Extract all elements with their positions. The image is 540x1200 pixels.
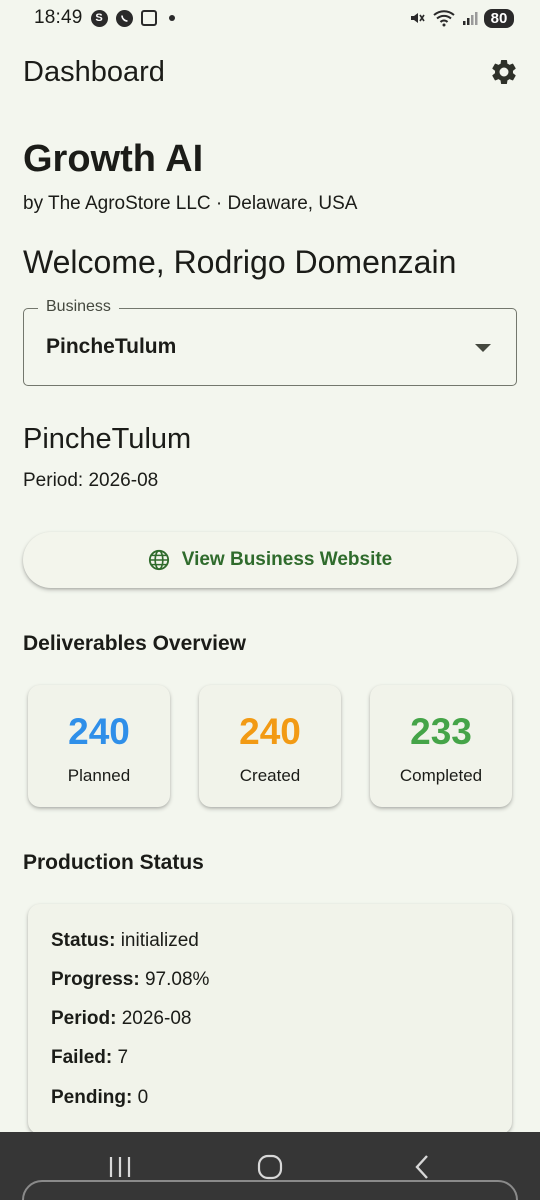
progress-row-key: Progress:	[51, 969, 140, 990]
wifi-icon	[433, 10, 455, 27]
mute-icon	[411, 13, 425, 23]
stat-card-completed: 233 Completed	[370, 685, 512, 807]
stat-card-planned: 240 Planned	[28, 685, 170, 807]
view-website-button[interactable]: View Business Website	[23, 532, 517, 588]
business-name: PincheTulum	[23, 423, 192, 455]
period-row: Period: 2026-08	[51, 1008, 191, 1030]
welcome-text: Welcome, Rodrigo Domenzain	[23, 244, 457, 280]
business-select-value: PincheTulum	[46, 335, 177, 358]
period-row-value: 2026-08	[121, 1008, 192, 1029]
status-bar: 18:49 S 80	[0, 0, 540, 36]
gear-icon[interactable]	[486, 54, 522, 90]
battery-indicator: 80	[484, 8, 514, 28]
back-icon[interactable]	[402, 1154, 442, 1180]
progress-row: Progress: 97.08%	[51, 969, 209, 991]
status-row: Status: initialized	[51, 930, 199, 952]
production-heading: Production Status	[23, 851, 204, 874]
view-website-label: View Business Website	[181, 549, 393, 570]
home-icon[interactable]	[250, 1154, 290, 1180]
stat-value: 240	[239, 711, 301, 752]
org-subtitle: by The AgroStore LLC · Delaware, USA	[23, 193, 358, 214]
stat-label: Created	[239, 766, 301, 785]
pending-row-key: Pending:	[51, 1087, 133, 1108]
failed-row-key: Failed:	[51, 1047, 113, 1068]
app-bar-title: Dashboard	[23, 55, 165, 88]
recents-icon[interactable]	[100, 1154, 140, 1180]
status-time: 18:49	[34, 7, 83, 28]
app-bar: Dashboard	[23, 50, 522, 94]
dot-icon	[168, 15, 175, 21]
status-row-value: initialized	[120, 930, 199, 951]
deliverables-heading: Deliverables Overview	[23, 632, 246, 655]
failed-row-value: 7	[117, 1047, 129, 1068]
status-bar-right: 80	[408, 8, 514, 28]
pending-row-value: 0	[137, 1087, 149, 1108]
status-bar-left: 18:49 S	[34, 7, 175, 29]
screenshot-icon	[140, 10, 157, 26]
business-select[interactable]: Business PincheTulum	[23, 298, 517, 386]
org-title: Growth AI	[23, 138, 204, 180]
stat-value: 233	[410, 711, 472, 752]
business-period: Period: 2026-08	[23, 470, 159, 491]
globe-icon	[148, 549, 169, 571]
gesture-pill	[22, 1180, 518, 1200]
stat-card-created: 240 Created	[199, 685, 341, 807]
stat-value: 240	[68, 711, 130, 752]
chevron-down-icon	[475, 344, 491, 352]
failed-row: Failed: 7	[51, 1047, 128, 1069]
period-row-key: Period:	[51, 1008, 117, 1029]
signal-icon	[463, 12, 478, 25]
production-status-card: Status: initialized Progress: 97.08% Per…	[28, 904, 512, 1134]
progress-row-value: 97.08%	[144, 969, 210, 990]
status-row-key: Status:	[51, 930, 116, 951]
business-select-label: Business	[38, 298, 119, 316]
stat-label: Completed	[399, 766, 483, 785]
skype-icon: S	[90, 9, 108, 27]
pending-row: Pending: 0	[51, 1087, 148, 1109]
stat-label: Planned	[67, 766, 131, 785]
whatsapp-icon	[115, 9, 133, 27]
